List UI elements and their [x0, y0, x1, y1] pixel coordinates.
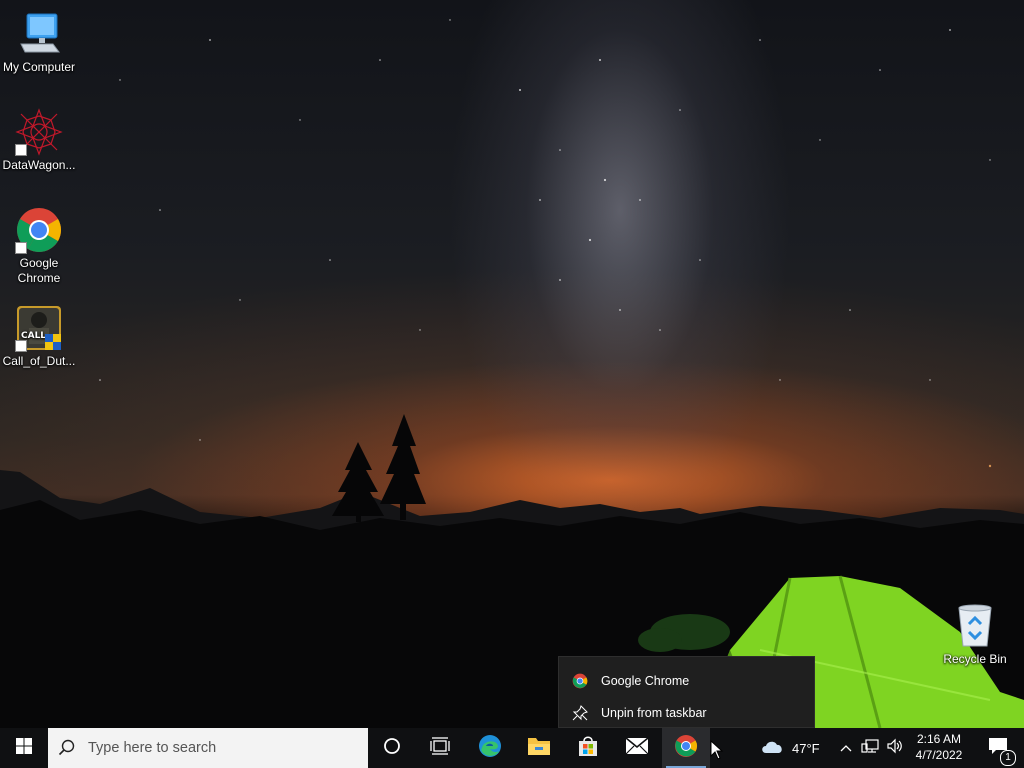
datawagon-icon: [15, 108, 63, 156]
desktop-icon-recycle-bin[interactable]: Recycle Bin: [936, 602, 1014, 667]
desktop-icon-datawagon[interactable]: DataWagon...: [0, 108, 78, 173]
jumplist-item-google-chrome[interactable]: Google Chrome: [559, 665, 814, 697]
cortana-button[interactable]: [368, 728, 416, 768]
unpin-icon: [572, 705, 588, 721]
search-placeholder: Type here to search: [88, 740, 217, 756]
action-center-button[interactable]: 1: [978, 728, 1018, 768]
start-button[interactable]: [0, 728, 48, 768]
taskbar-mail-button[interactable]: [613, 728, 661, 768]
desktop-icon-google-chrome[interactable]: Google Chrome: [0, 206, 78, 286]
call-of-duty-icon: CALL: [15, 304, 63, 352]
shortcut-arrow-icon: [15, 242, 27, 254]
computer-icon: [15, 10, 63, 58]
jumplist-item-unpin[interactable]: Unpin from taskbar: [559, 697, 814, 729]
desktop-icon-label: DataWagon...: [2, 158, 76, 172]
chrome-icon: [15, 206, 63, 254]
chrome-icon: [674, 734, 698, 763]
volume-button[interactable]: [884, 728, 906, 768]
shortcut-arrow-icon: [15, 144, 27, 156]
notification-icon: 1: [988, 737, 1016, 766]
cortana-icon: [383, 737, 401, 760]
file-explorer-icon: [527, 735, 551, 762]
chrome-jump-list: Google Chrome Unpin from taskbar: [558, 656, 815, 728]
network-button[interactable]: [858, 728, 882, 768]
desktop-icon-my-computer[interactable]: My Computer: [0, 10, 78, 75]
jumplist-item-label: Unpin from taskbar: [601, 706, 707, 720]
weather-widget[interactable]: 47°F: [760, 728, 830, 768]
taskbar-clock[interactable]: 2:16 AM 4/7/2022: [910, 728, 968, 768]
desktop-wallpaper: [0, 0, 1024, 728]
taskbar: Type here to search 47°F 2:16 AM 4/7/202…: [0, 728, 1024, 768]
task-view-button[interactable]: [416, 728, 464, 768]
mouse-cursor-icon: [710, 740, 724, 760]
taskbar-file-explorer-button[interactable]: [515, 728, 563, 768]
task-view-icon: [430, 736, 450, 760]
mountain-silhouette: [0, 414, 1024, 728]
start-icon: [16, 737, 32, 759]
clock-time: 2:16 AM: [916, 732, 962, 746]
cloud-icon: [760, 738, 784, 759]
chevron-up-icon: [840, 739, 852, 757]
network-icon: [861, 738, 879, 759]
desktop-icon-label: My Computer: [2, 60, 76, 74]
clock-date: 4/7/2022: [915, 748, 963, 762]
taskbar-chrome-button[interactable]: [662, 728, 710, 768]
desktop-icon-call-of-duty[interactable]: CALL Call_of_Dut...: [0, 304, 78, 369]
edge-icon: [478, 734, 502, 763]
notification-count-badge: 1: [1000, 749, 1016, 766]
store-icon: [577, 735, 599, 762]
chrome-icon: [572, 673, 588, 689]
speaker-icon: [886, 738, 904, 759]
weather-temp: 47°F: [792, 740, 820, 756]
taskbar-search-box[interactable]: Type here to search: [48, 728, 368, 768]
mail-icon: [625, 736, 649, 760]
search-icon: [58, 739, 76, 757]
show-hidden-icons-button[interactable]: [836, 728, 856, 768]
shortcut-arrow-icon: [15, 340, 27, 352]
recycle-bin-icon: [951, 602, 999, 650]
desktop-icon-label: Recycle Bin: [943, 652, 1007, 666]
jumplist-item-label: Google Chrome: [601, 674, 690, 688]
desktop-icon-label: Google Chrome: [17, 256, 61, 285]
taskbar-edge-button[interactable]: [466, 728, 514, 768]
desktop-icon-label: Call_of_Dut...: [2, 354, 76, 368]
taskbar-store-button[interactable]: [564, 728, 612, 768]
